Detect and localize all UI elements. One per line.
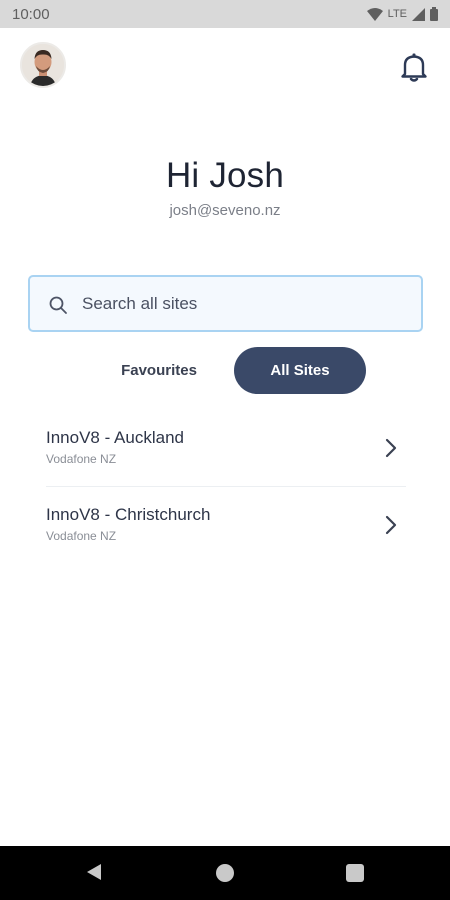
user-avatar[interactable] [20,42,66,88]
avatar-image [22,44,64,86]
site-provider: Vodafone NZ [46,529,117,543]
search-icon [49,296,67,314]
search-input[interactable] [82,277,412,330]
chevron-right-icon [385,438,397,458]
system-nav-bar [0,846,450,900]
chevron-right-icon [385,515,397,535]
site-name: InnoV8 - Christchurch [46,505,211,524]
battery-icon [430,7,438,21]
home-icon[interactable] [216,864,234,882]
site-filter-tabs: Favourites All Sites [0,347,450,394]
status-time: 10:00 [12,5,50,23]
bell-icon [401,53,427,82]
network-label: LTE [387,8,407,20]
tab-favourites[interactable]: Favourites [104,347,214,394]
site-name: InnoV8 - Auckland [46,428,184,447]
notifications-button[interactable] [400,52,428,82]
site-list: InnoV8 - Auckland Vodafone NZ InnoV8 - C… [46,410,406,562]
status-icons: LTE [366,7,438,21]
wifi-icon [366,7,383,21]
site-list-item[interactable]: InnoV8 - Auckland Vodafone NZ [46,410,406,486]
search-box[interactable] [28,275,423,332]
greeting-title: Hi Josh [165,156,285,195]
recents-icon[interactable] [346,864,364,882]
status-bar: 10:00 LTE [0,0,450,28]
tab-all-sites[interactable]: All Sites [234,347,366,394]
signal-icon [412,7,425,21]
back-icon[interactable] [86,863,102,881]
site-provider: Vodafone NZ [46,452,117,466]
site-list-item[interactable]: InnoV8 - Christchurch Vodafone NZ [46,486,406,562]
user-email: josh@seveno.nz [169,202,281,219]
